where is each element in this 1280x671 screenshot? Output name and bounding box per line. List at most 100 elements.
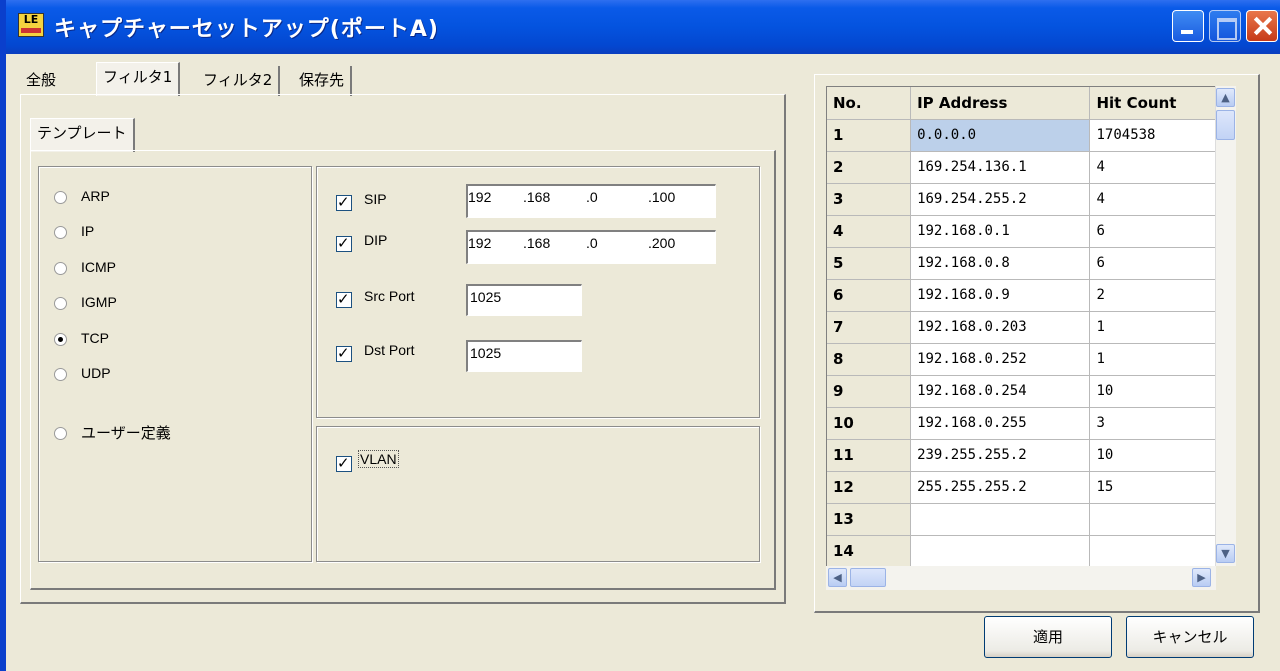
hit-count-cell[interactable]: 6 <box>1089 247 1235 280</box>
ip-address-cell[interactable]: 192.168.0.8 <box>910 247 1091 280</box>
src-port-checkbox[interactable] <box>336 290 352 308</box>
radio-arp[interactable]: ARP <box>54 188 110 204</box>
table-row[interactable]: 12 255.255.255.2 15 <box>827 471 1235 504</box>
row-number: 12 <box>827 471 912 504</box>
app-logo-icon: LE <box>18 13 44 37</box>
ip-address-cell[interactable]: 192.168.0.254 <box>910 375 1091 408</box>
ip-address-cell[interactable]: 0.0.0.0 <box>910 119 1091 152</box>
row-number: 1 <box>827 119 912 152</box>
hit-count-cell[interactable]: 1 <box>1089 343 1235 376</box>
dip-ip-field[interactable]: 192 .168 .0 .200 <box>466 230 716 264</box>
ip-address-cell[interactable]: 255.255.255.2 <box>910 471 1091 504</box>
radio-igmp[interactable]: IGMP <box>54 294 117 310</box>
table-row[interactable]: 13 <box>827 503 1235 536</box>
tab-save-destination[interactable]: 保存先 <box>293 66 353 96</box>
row-number: 11 <box>827 439 912 472</box>
table-row[interactable]: 6 192.168.0.9 2 <box>827 279 1235 312</box>
table-row[interactable]: 2 169.254.136.1 4 <box>827 151 1235 184</box>
ip-address-cell[interactable]: 192.168.0.255 <box>910 407 1091 440</box>
vlan-checkbox[interactable] <box>336 454 352 472</box>
sip-checkbox[interactable] <box>336 193 352 211</box>
radio-ip[interactable]: IP <box>54 223 94 239</box>
minimize-button[interactable] <box>1172 10 1204 42</box>
title-bar[interactable]: LE キャプチャーセットアップ(ポートA) <box>6 0 1280 54</box>
src-port-label: Src Port <box>364 288 415 304</box>
radio-button-icon <box>54 427 67 440</box>
row-number: 7 <box>827 311 912 344</box>
radio-tcp[interactable]: TCP <box>54 330 109 346</box>
radio-udp[interactable]: UDP <box>54 365 111 381</box>
dst-port-checkbox[interactable] <box>336 344 352 362</box>
table-row[interactable]: 9 192.168.0.254 10 <box>827 375 1235 408</box>
table-row[interactable]: 11 239.255.255.2 10 <box>827 439 1235 472</box>
table-row[interactable]: 5 192.168.0.8 6 <box>827 247 1235 280</box>
ip-address-cell[interactable]: 169.254.136.1 <box>910 151 1091 184</box>
ip-address-cell[interactable]: 192.168.0.203 <box>910 311 1091 344</box>
vlan-group <box>316 426 760 562</box>
dip-checkbox[interactable] <box>336 234 352 252</box>
col-header-hit-count[interactable]: Hit Count <box>1089 87 1235 120</box>
row-number: 9 <box>827 375 912 408</box>
ip-address-cell[interactable]: 192.168.0.1 <box>910 215 1091 248</box>
hit-count-cell[interactable]: 4 <box>1089 151 1235 184</box>
row-number: 13 <box>827 503 912 536</box>
hit-count-cell[interactable]: 6 <box>1089 215 1235 248</box>
table-row[interactable]: 3 169.254.255.2 4 <box>827 183 1235 216</box>
col-header-no[interactable]: No. <box>827 87 912 120</box>
hit-count-cell[interactable]: 10 <box>1089 439 1235 472</box>
hit-count-cell[interactable]: 15 <box>1089 471 1235 504</box>
ip-address-cell[interactable] <box>910 503 1091 536</box>
table-row[interactable]: 4 192.168.0.1 6 <box>827 215 1235 248</box>
row-number: 5 <box>827 247 912 280</box>
col-header-ip-address[interactable]: IP Address <box>910 87 1091 120</box>
hit-count-cell[interactable]: 2 <box>1089 279 1235 312</box>
ip-hit-table[interactable]: No. IP Address Hit Count 1 0.0.0.0 1704538… <box>826 86 1235 566</box>
ip-address-cell[interactable]: 169.254.255.2 <box>910 183 1091 216</box>
capture-setup-window: LE キャプチャーセットアップ(ポートA) 全般 フィルタ1 フィルタ2 保存先… <box>0 0 1280 671</box>
scroll-left-icon[interactable]: ◀ <box>828 568 847 587</box>
ip-address-cell[interactable]: 192.168.0.252 <box>910 343 1091 376</box>
maximize-button[interactable] <box>1209 10 1241 42</box>
table-row[interactable]: 14 <box>827 535 1235 566</box>
radio-button-icon <box>54 190 67 204</box>
table-row[interactable]: 7 192.168.0.203 1 <box>827 311 1235 344</box>
table-row[interactable]: 8 192.168.0.252 1 <box>827 343 1235 376</box>
radio-user-defined[interactable]: ユーザー定義 <box>54 422 171 443</box>
table-row[interactable]: 10 192.168.0.255 3 <box>827 407 1235 440</box>
ip-address-cell[interactable]: 192.168.0.9 <box>910 279 1091 312</box>
row-number: 8 <box>827 343 912 376</box>
cancel-button[interactable]: キャンセル <box>1126 616 1254 658</box>
hit-count-cell[interactable]: 1 <box>1089 311 1235 344</box>
radio-icmp[interactable]: ICMP <box>54 259 116 275</box>
radio-button-icon <box>54 367 67 381</box>
radio-button-icon <box>54 261 67 275</box>
horizontal-scroll-thumb[interactable] <box>850 568 886 587</box>
hit-count-cell[interactable]: 3 <box>1089 407 1235 440</box>
window-title: キャプチャーセットアップ(ポートA) <box>54 17 439 42</box>
hit-count-cell[interactable]: 1704538 <box>1089 119 1235 152</box>
ip-address-cell[interactable] <box>910 535 1091 566</box>
hit-count-cell[interactable]: 10 <box>1089 375 1235 408</box>
hit-count-cell[interactable]: 4 <box>1089 183 1235 216</box>
radio-button-icon <box>54 225 67 239</box>
tab-template[interactable]: テンプレート <box>30 118 135 152</box>
sip-ip-field[interactable]: 192 .168 .0 .100 <box>466 184 716 218</box>
horizontal-scrollbar[interactable]: ◀ ▶ <box>826 566 1216 590</box>
vertical-scrollbar[interactable]: ▲ ▼ <box>1215 86 1236 566</box>
vertical-scroll-thumb[interactable] <box>1216 110 1235 140</box>
tab-filter2[interactable]: フィルタ2 <box>197 66 281 96</box>
tab-filter1[interactable]: フィルタ1 <box>96 62 181 96</box>
hit-count-cell[interactable] <box>1089 503 1235 536</box>
close-button[interactable] <box>1246 10 1278 42</box>
scroll-right-icon[interactable]: ▶ <box>1192 568 1211 587</box>
tab-general[interactable]: 全般 <box>20 66 62 96</box>
ip-address-cell[interactable]: 239.255.255.2 <box>910 439 1091 472</box>
scroll-down-icon[interactable]: ▼ <box>1216 544 1235 563</box>
vlan-label: VLAN <box>358 450 399 468</box>
scroll-up-icon[interactable]: ▲ <box>1216 88 1235 107</box>
dst-port-field[interactable]: 1025 <box>466 340 582 372</box>
table-row[interactable]: 1 0.0.0.0 1704538 <box>827 119 1235 152</box>
hit-count-cell[interactable] <box>1089 535 1235 566</box>
apply-button[interactable]: 適用 <box>984 616 1112 658</box>
src-port-field[interactable]: 1025 <box>466 284 582 316</box>
